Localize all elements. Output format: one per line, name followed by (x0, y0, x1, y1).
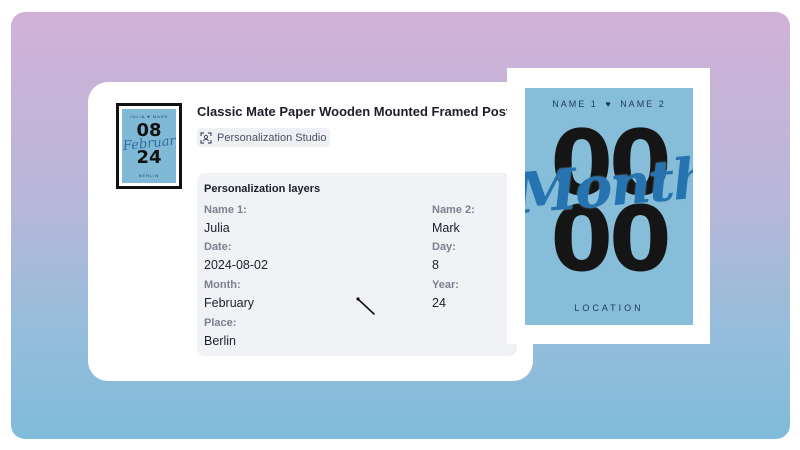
field-label: Name 1: (204, 204, 247, 216)
layers-title: Personalization layers (204, 183, 321, 195)
field-label: Name 2: (432, 204, 475, 216)
poster-thumbnail[interactable]: JULIA ♥ MARK 08 24 February BERLIN (116, 103, 182, 189)
pen-cursor-icon (356, 297, 375, 315)
field-year: Year: 24 (432, 279, 459, 310)
personalization-studio-chip[interactable]: Personalization Studio (197, 128, 331, 147)
thumbnail-names: JULIA ♥ MARK (129, 114, 169, 119)
field-month: Month: February (204, 279, 254, 310)
heart-icon: ♥ (605, 99, 613, 109)
field-value: 24 (432, 296, 446, 310)
product-title: Classic Mate Paper Wooden Mounted Framed… (197, 104, 523, 119)
face-scan-icon (200, 131, 212, 144)
field-value: Berlin (204, 334, 236, 348)
field-date: Date: 2024-08-02 (204, 241, 268, 272)
field-label: Month: (204, 279, 241, 291)
thumbnail-artwork: JULIA ♥ MARK 08 24 February BERLIN (122, 109, 176, 183)
field-label: Day: (432, 241, 456, 253)
field-label: Year: (432, 279, 459, 291)
poster-name-2: NAME 2 (620, 99, 666, 109)
poster-name-1: NAME 1 (552, 99, 598, 109)
poster-preview: NAME 1 ♥ NAME 2 00 00 Month LOCATION (525, 88, 693, 325)
field-value: 8 (432, 258, 439, 272)
thumbnail-location: BERLIN (138, 173, 160, 178)
field-place: Place: Berlin (204, 317, 236, 348)
personalization-layers-panel: Personalization layers Name 1: Julia Nam… (197, 173, 517, 356)
field-value: February (204, 296, 255, 310)
poster-location: LOCATION (574, 303, 644, 313)
field-day: Day: 8 (432, 241, 456, 272)
field-name-1: Name 1: Julia (204, 204, 247, 235)
field-label: Date: (204, 241, 232, 253)
field-value: Mark (432, 221, 460, 235)
field-label: Place: (204, 317, 237, 329)
field-name-2: Name 2: Mark (432, 204, 475, 235)
personalization-studio-label: Personalization Studio (217, 131, 327, 144)
poster-names: NAME 1 ♥ NAME 2 (525, 99, 693, 109)
field-value: Julia (204, 221, 230, 235)
field-value: 2024-08-02 (204, 258, 268, 272)
